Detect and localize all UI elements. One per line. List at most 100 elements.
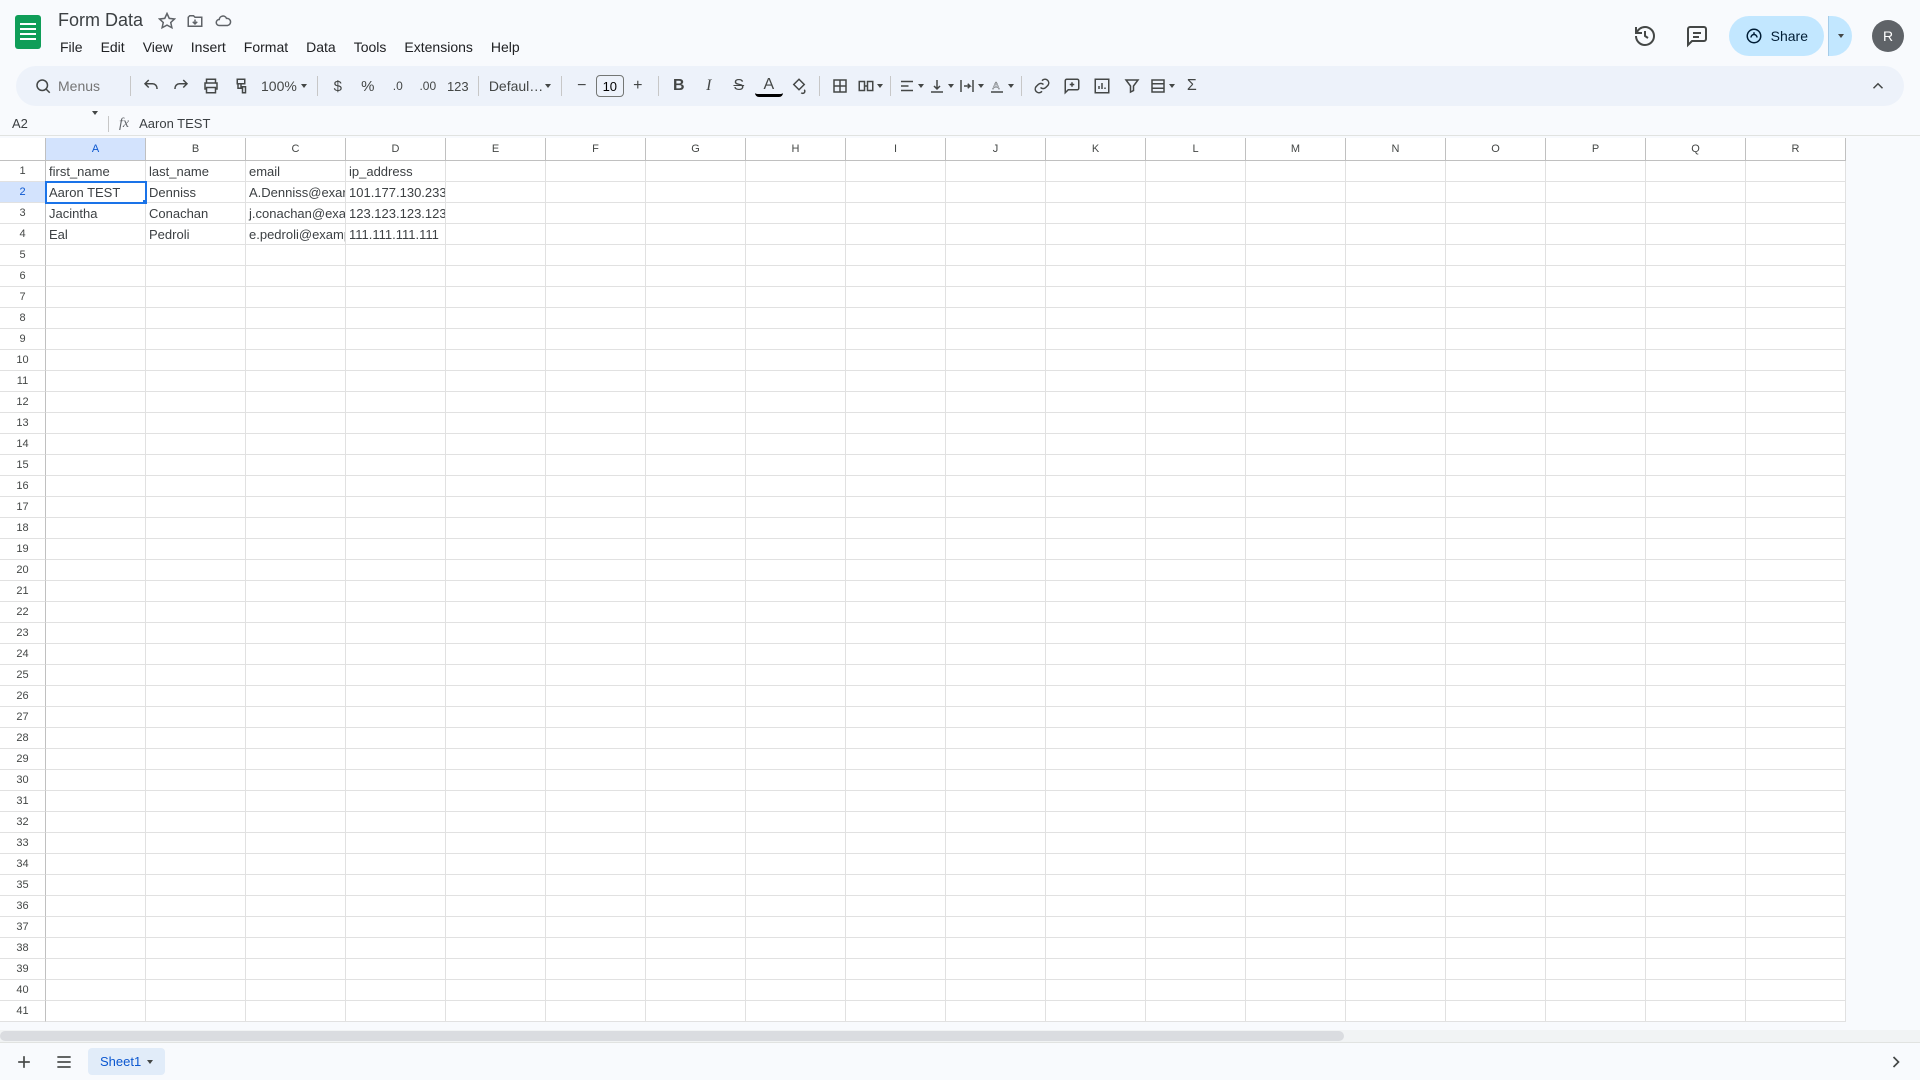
cell[interactable] <box>1146 623 1246 644</box>
cell[interactable] <box>646 392 746 413</box>
formula-bar[interactable] <box>133 114 1920 133</box>
cell[interactable] <box>46 434 146 455</box>
share-button[interactable]: Share <box>1729 16 1824 56</box>
cell[interactable]: Eal <box>46 224 146 245</box>
column-header[interactable]: R <box>1746 138 1846 161</box>
row-header[interactable]: 25 <box>0 665 46 686</box>
cell[interactable] <box>846 980 946 1001</box>
cell[interactable] <box>1246 224 1346 245</box>
cell[interactable] <box>246 770 346 791</box>
cell[interactable] <box>746 980 846 1001</box>
cell[interactable] <box>546 686 646 707</box>
cell[interactable] <box>146 602 246 623</box>
cell[interactable] <box>746 602 846 623</box>
cell[interactable] <box>346 770 446 791</box>
cell[interactable] <box>846 245 946 266</box>
cell[interactable] <box>1546 413 1646 434</box>
cell[interactable] <box>646 497 746 518</box>
row-header[interactable]: 4 <box>0 224 46 245</box>
cell[interactable] <box>1346 665 1446 686</box>
strikethrough-button[interactable]: S <box>725 72 753 100</box>
cell[interactable] <box>1646 203 1746 224</box>
cell[interactable] <box>1246 980 1346 1001</box>
cell[interactable] <box>1346 980 1446 1001</box>
cell[interactable] <box>1646 686 1746 707</box>
cell[interactable] <box>646 812 746 833</box>
cell[interactable] <box>746 1001 846 1022</box>
cell[interactable] <box>746 644 846 665</box>
cell[interactable] <box>846 959 946 980</box>
cell[interactable] <box>246 518 346 539</box>
column-header[interactable]: H <box>746 138 846 161</box>
menu-tools[interactable]: Tools <box>346 35 395 59</box>
cell[interactable] <box>946 602 1046 623</box>
cell[interactable] <box>1046 728 1146 749</box>
cell[interactable] <box>1246 959 1346 980</box>
cell[interactable] <box>1346 728 1446 749</box>
column-header[interactable]: A <box>46 138 146 161</box>
cell[interactable] <box>1646 665 1746 686</box>
cell[interactable] <box>746 182 846 203</box>
column-header[interactable]: M <box>1246 138 1346 161</box>
account-avatar[interactable]: R <box>1872 20 1904 52</box>
row-header[interactable]: 18 <box>0 518 46 539</box>
cell[interactable] <box>546 539 646 560</box>
cell[interactable] <box>1546 371 1646 392</box>
cell[interactable] <box>646 350 746 371</box>
cell[interactable] <box>746 413 846 434</box>
cell[interactable] <box>546 623 646 644</box>
cell[interactable] <box>1146 707 1246 728</box>
cell[interactable] <box>546 644 646 665</box>
cell[interactable] <box>1246 560 1346 581</box>
cell[interactable] <box>1446 581 1546 602</box>
cell[interactable] <box>1246 644 1346 665</box>
cell[interactable] <box>1146 644 1246 665</box>
cell[interactable] <box>346 1001 446 1022</box>
cell[interactable] <box>1446 539 1546 560</box>
cell[interactable] <box>346 686 446 707</box>
cell[interactable] <box>846 203 946 224</box>
cell[interactable] <box>346 875 446 896</box>
cell[interactable] <box>1446 833 1546 854</box>
cell[interactable] <box>946 476 1046 497</box>
cell[interactable] <box>1246 917 1346 938</box>
row-header[interactable]: 26 <box>0 686 46 707</box>
cell[interactable] <box>346 707 446 728</box>
cell[interactable] <box>1446 602 1546 623</box>
cell[interactable] <box>1646 539 1746 560</box>
cell[interactable] <box>1646 497 1746 518</box>
cell[interactable] <box>446 707 546 728</box>
cell[interactable] <box>1046 770 1146 791</box>
cell[interactable] <box>846 287 946 308</box>
cell[interactable] <box>1246 896 1346 917</box>
history-icon[interactable] <box>1625 16 1665 56</box>
fill-color-button[interactable] <box>785 72 813 100</box>
cell[interactable] <box>1346 203 1446 224</box>
cell[interactable] <box>1546 938 1646 959</box>
cell[interactable] <box>1746 581 1846 602</box>
cell[interactable] <box>1446 308 1546 329</box>
cell[interactable] <box>1346 371 1446 392</box>
cell[interactable] <box>46 581 146 602</box>
cell[interactable] <box>446 938 546 959</box>
cell[interactable] <box>746 896 846 917</box>
column-header[interactable]: P <box>1546 138 1646 161</box>
menu-insert[interactable]: Insert <box>183 35 234 59</box>
cell[interactable] <box>746 770 846 791</box>
comments-icon[interactable] <box>1677 16 1717 56</box>
fill-handle[interactable] <box>142 199 146 203</box>
cell[interactable] <box>1046 266 1146 287</box>
cell[interactable] <box>1746 455 1846 476</box>
cell[interactable] <box>446 518 546 539</box>
cell[interactable] <box>1646 434 1746 455</box>
cell[interactable] <box>946 497 1046 518</box>
filter-button[interactable] <box>1118 72 1146 100</box>
cell[interactable] <box>946 854 1046 875</box>
cell[interactable] <box>1646 980 1746 1001</box>
cell[interactable] <box>1746 308 1846 329</box>
cell[interactable] <box>446 896 546 917</box>
row-header[interactable]: 38 <box>0 938 46 959</box>
cell[interactable] <box>346 539 446 560</box>
cell[interactable] <box>1546 959 1646 980</box>
cell[interactable] <box>246 371 346 392</box>
